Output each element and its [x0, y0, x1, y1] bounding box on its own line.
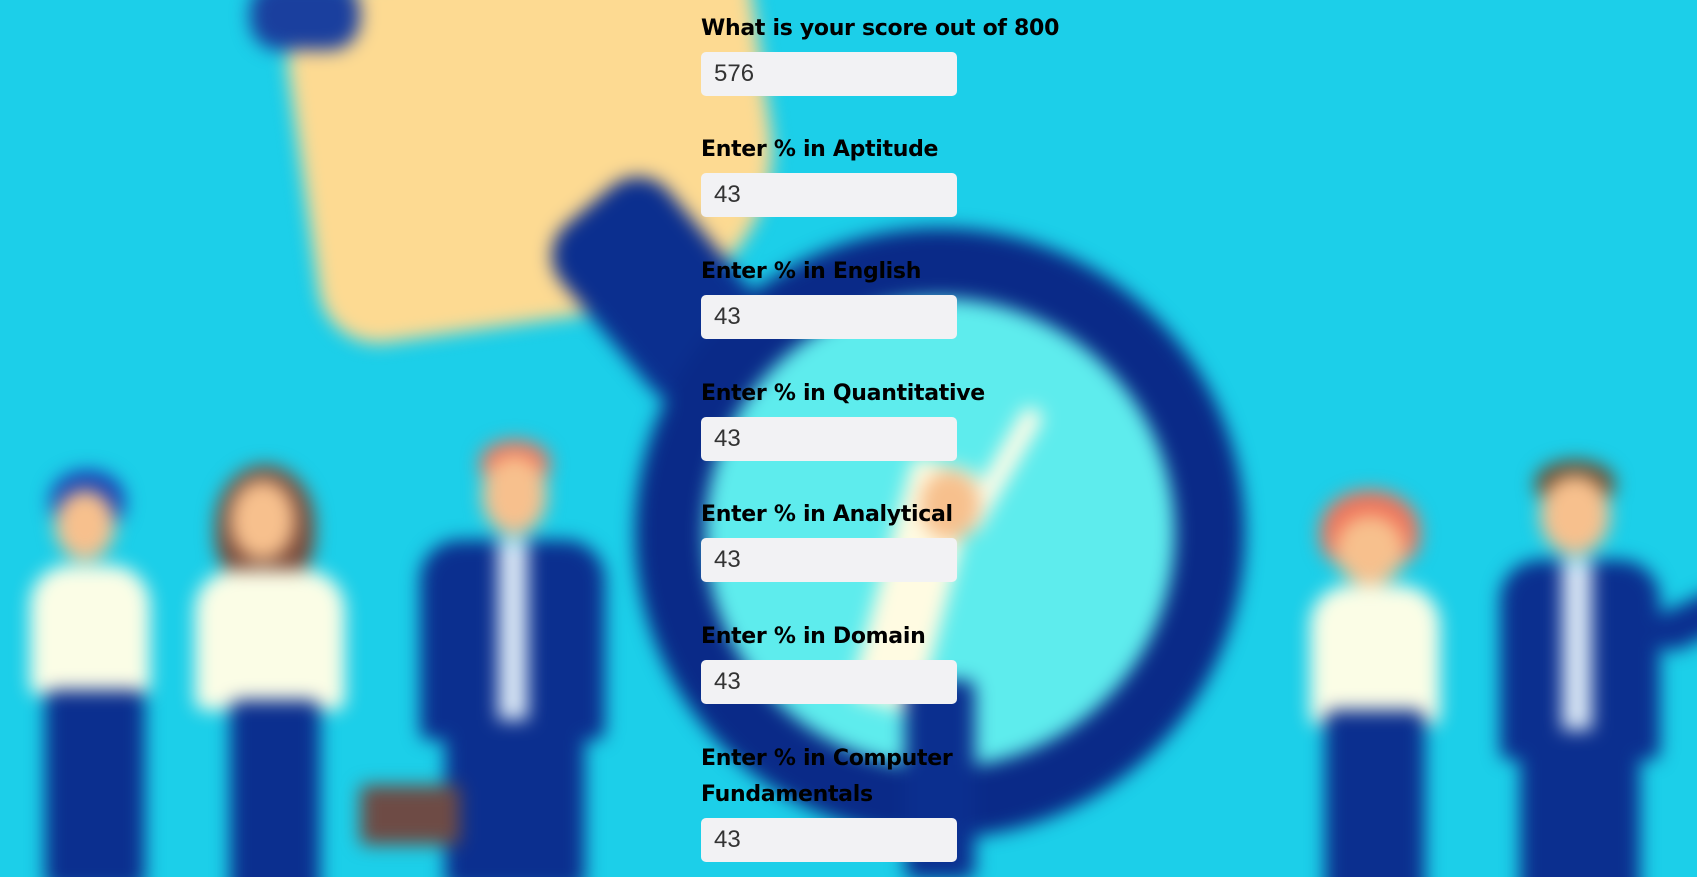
- total-score-input[interactable]: [701, 52, 957, 96]
- analytical-label: Enter % in Analytical: [701, 502, 953, 527]
- computer-fundamentals-label: Enter % in Computer Fundamentals: [701, 746, 953, 807]
- domain-input[interactable]: [701, 660, 957, 704]
- field-computer-fundamentals: Enter % in Computer Fundamentals: [701, 741, 1061, 862]
- field-english: Enter % in English: [701, 254, 1061, 339]
- total-score-label: What is your score out of 800: [701, 16, 1060, 41]
- analytical-input[interactable]: [701, 538, 957, 582]
- sleeve-illustration: [250, 0, 360, 50]
- page: What is your score out of 800 Enter % in…: [0, 0, 1697, 877]
- field-total-score: What is your score out of 800: [701, 11, 1061, 96]
- english-label: Enter % in English: [701, 259, 922, 284]
- aptitude-input[interactable]: [701, 173, 957, 217]
- quantitative-input[interactable]: [701, 417, 957, 461]
- english-input[interactable]: [701, 295, 957, 339]
- field-quantitative: Enter % in Quantitative: [701, 376, 1061, 461]
- field-aptitude: Enter % in Aptitude: [701, 132, 1061, 217]
- briefcase-illustration: [360, 785, 460, 845]
- computer-fundamentals-input[interactable]: [701, 818, 957, 862]
- quantitative-label: Enter % in Quantitative: [701, 381, 985, 406]
- aptitude-label: Enter % in Aptitude: [701, 137, 939, 162]
- field-analytical: Enter % in Analytical: [701, 497, 1061, 582]
- domain-label: Enter % in Domain: [701, 624, 926, 649]
- field-domain: Enter % in Domain: [701, 619, 1061, 704]
